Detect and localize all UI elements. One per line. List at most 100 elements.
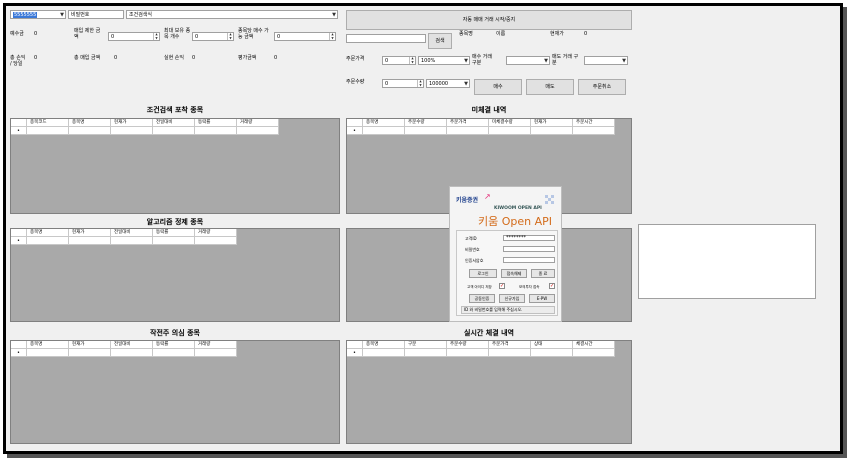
max-stocks-input[interactable]: 0 ▲ ▼ (192, 32, 234, 41)
condition-grid-title: 조건검색 포착 종목 (146, 106, 204, 114)
buy-button[interactable]: 매수 (474, 79, 522, 95)
table-row[interactable]: • (347, 127, 615, 135)
password-input[interactable]: 비밀번호 (68, 10, 124, 19)
column-header[interactable]: 종목명 (69, 119, 111, 127)
column-header[interactable]: 주문가격 (489, 341, 531, 349)
sell-type-label: 매도 거래 구분 (552, 54, 579, 66)
side-panel (638, 224, 816, 299)
spinner-icon[interactable]: ▲ ▼ (329, 32, 335, 40)
cancel-order-button[interactable]: 주문취소 (578, 79, 626, 95)
save-id-checkbox[interactable]: ✓ (499, 283, 505, 289)
realtime-grid[interactable]: 종목명 구분 주문수량 주문가격 상태 체결시간 • (346, 340, 632, 444)
cert-management-button[interactable]: 공동인증 (469, 294, 495, 303)
pw-input[interactable] (503, 246, 555, 252)
column-header[interactable]: 등락률 (153, 229, 195, 237)
row-header-cell (11, 341, 27, 349)
login-status-bar: ID 와 비밀번호를 입력해 주십시오. (461, 306, 555, 314)
column-header[interactable]: 현재가 (69, 229, 111, 237)
spinner-icon[interactable]: ▲ ▼ (153, 32, 159, 40)
column-header[interactable]: 전일대비 (153, 119, 195, 127)
buy-type-select[interactable]: ▼ (506, 56, 550, 65)
stock-search-input[interactable] (346, 34, 426, 43)
column-header[interactable]: 현재가 (531, 119, 573, 127)
algo-grid-title: 알고리즘 정제 종목 (146, 218, 204, 226)
buy-limit-input[interactable]: 0 ▲ ▼ (108, 32, 160, 41)
column-header[interactable]: 주문수량 (405, 119, 447, 127)
id-label: 고객ID (465, 236, 477, 241)
sell-button[interactable]: 매도 (526, 79, 574, 95)
condition-grid[interactable]: 종목코드 종목명 현재가 전일대비 등락률 거래량 • (10, 118, 340, 214)
spinner-icon[interactable]: ▲ ▼ (409, 56, 415, 64)
account-select[interactable]: 5555555 ▼ (10, 10, 66, 19)
spinner-icon[interactable]: ▲ ▼ (417, 79, 423, 87)
sell-type-select[interactable]: ▼ (584, 56, 628, 65)
brand-logo: 키움증권 (456, 197, 479, 204)
column-header[interactable]: 현재가 (111, 119, 153, 127)
mock-label: 모의투자 접속 (519, 285, 540, 289)
current-price-label: 현재가 (550, 31, 564, 37)
column-header[interactable]: 전일대비 (111, 229, 153, 237)
column-header[interactable]: 거래량 (195, 229, 237, 237)
amount-select-value: 100000 (429, 81, 449, 87)
cert-pw-input[interactable] (503, 257, 555, 263)
column-header[interactable]: 종목명 (27, 229, 69, 237)
mock-checkbox[interactable]: ✓ (549, 283, 555, 289)
percent-select[interactable]: 100% ▼ (418, 56, 470, 65)
login-button[interactable]: 로그인 (469, 269, 497, 278)
suspect-grid[interactable]: 종목명 현재가 전일대비 등락률 거래량 • (10, 340, 340, 444)
dialog-title: 키움 Open API (478, 215, 553, 228)
stock-name-label: 종목명 (459, 31, 473, 37)
column-header[interactable]: 상태 (531, 341, 573, 349)
column-header[interactable]: 주문가격 (447, 119, 489, 127)
row-marker: • (347, 349, 363, 357)
exit-button[interactable]: 종 료 (531, 269, 555, 278)
per-stock-input[interactable]: 0 ▲ ▼ (274, 32, 336, 41)
algo-grid[interactable]: 종목명 현재가 전일대비 등락률 거래량 • (10, 228, 340, 322)
order-qty-value: 0 (385, 81, 389, 87)
auto-trade-button[interactable]: 자동 매매 거래 시작/중지 (346, 10, 632, 30)
table-row[interactable]: • (11, 349, 237, 357)
spinner-icon[interactable]: ▲ ▼ (227, 32, 233, 40)
column-header[interactable]: 등락률 (153, 341, 195, 349)
column-header[interactable]: 종목코드 (27, 119, 69, 127)
password-input-text: 비밀번호 (71, 12, 90, 18)
buy-limit-label: 매입 제한 금액 (74, 28, 101, 40)
cert-button[interactable]: 접속해제 (501, 269, 527, 278)
column-header[interactable]: 종목명 (363, 341, 405, 349)
order-price-input[interactable]: 0 ▲ ▼ (382, 56, 416, 65)
login-dialog: 키움증권 ↗ KIWOOM OPEN API 키움 Open API 고객ID … (449, 186, 562, 322)
current-price-value: 0 (584, 31, 588, 37)
row-marker: • (11, 237, 27, 245)
chevron-down-icon: ▼ (464, 81, 468, 87)
condition-select[interactable]: 조건검색식 ▼ (126, 10, 338, 19)
table-row[interactable]: • (347, 349, 615, 357)
signup-button[interactable]: 신규가입 (499, 294, 525, 303)
site-button[interactable]: E-PW (529, 294, 555, 303)
column-header[interactable]: 미체결수량 (489, 119, 531, 127)
checker-icon (545, 195, 555, 205)
save-id-label: 고객 아이디 저장 (467, 285, 492, 289)
column-header[interactable]: 체결시간 (573, 341, 615, 349)
column-header[interactable]: 거래량 (237, 119, 279, 127)
column-header[interactable]: 현재가 (69, 341, 111, 349)
row-marker: • (347, 127, 363, 135)
table-row[interactable]: • (11, 127, 279, 135)
column-header[interactable]: 종목명 (363, 119, 405, 127)
search-button[interactable]: 검색 (428, 33, 452, 49)
column-header[interactable]: 전일대비 (111, 341, 153, 349)
column-header[interactable]: 거래량 (195, 341, 237, 349)
chevron-down-icon: ▼ (464, 58, 468, 64)
row-header-cell (11, 119, 27, 127)
order-qty-input[interactable]: 0 ▲ ▼ (382, 79, 424, 88)
column-header[interactable]: 등락률 (195, 119, 237, 127)
row-marker: • (11, 349, 27, 357)
id-input[interactable]: ******** (503, 235, 555, 241)
table-row[interactable]: • (11, 237, 237, 245)
column-header[interactable]: 주문시간 (573, 119, 615, 127)
column-header[interactable]: 주문수량 (447, 341, 489, 349)
deposit-value: 0 (34, 31, 38, 37)
amount-select[interactable]: 100000 ▼ (426, 79, 470, 88)
column-header[interactable]: 구분 (405, 341, 447, 349)
column-header[interactable]: 종목명 (27, 341, 69, 349)
percent-select-value: 100% (421, 58, 436, 64)
